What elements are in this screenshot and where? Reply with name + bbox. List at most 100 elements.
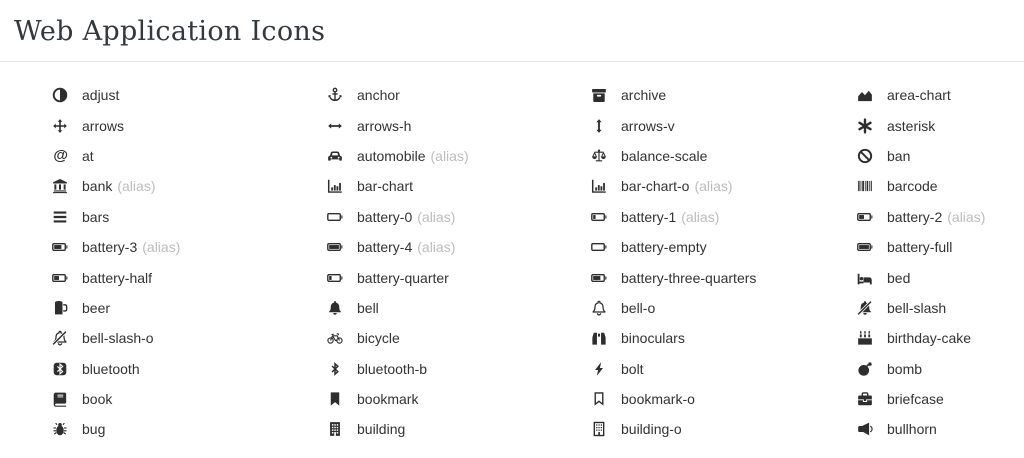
icon-list-item[interactable]: building-o xyxy=(583,421,849,437)
icon-grid: adjust anchor archive area-chart arrows arrow… xyxy=(44,80,1024,445)
battery-half-icon xyxy=(44,270,68,286)
icon-list-item[interactable]: bluetooth-b xyxy=(319,361,583,377)
icon-list-item[interactable]: briefcase xyxy=(849,391,1024,407)
arrows-h-icon xyxy=(319,118,343,134)
icon-list-item[interactable]: bluetooth xyxy=(44,361,319,377)
icon-list-item[interactable]: arrows-v xyxy=(583,118,849,134)
icon-name: battery-2 xyxy=(887,209,942,225)
icon-list-item[interactable]: binoculars xyxy=(583,330,849,346)
bed-icon xyxy=(849,270,873,286)
icon-name: barcode xyxy=(887,178,938,194)
icon-list-item[interactable]: bomb xyxy=(849,361,1024,377)
icon-list-item[interactable]: battery-1 (alias) xyxy=(583,209,849,225)
icon-list-item[interactable]: battery-full xyxy=(849,239,1024,255)
icon-list-item[interactable]: bell-o xyxy=(583,300,849,316)
icon-list-item[interactable]: bookmark-o xyxy=(583,391,849,407)
icon-name: battery-1 xyxy=(621,209,676,225)
icon-list-item[interactable]: area-chart xyxy=(849,87,1024,103)
icon-list-item[interactable]: book xyxy=(44,391,319,407)
bookmark-o-icon xyxy=(583,391,607,407)
battery-quarter-icon xyxy=(319,270,343,286)
icon-name: book xyxy=(82,391,112,407)
book-icon xyxy=(44,391,68,407)
divider xyxy=(0,61,1024,62)
icon-name: battery-half xyxy=(82,270,152,286)
alias-badge: (alias) xyxy=(417,209,455,225)
icon-list-item[interactable]: beer xyxy=(44,300,319,316)
battery-three-quarters-icon xyxy=(583,270,607,286)
icon-name: battery-full xyxy=(887,239,952,255)
icon-list-item[interactable]: asterisk xyxy=(849,118,1024,134)
car-icon xyxy=(319,148,343,164)
icon-list-item[interactable]: bars xyxy=(44,209,319,225)
page-title: Web Application Icons xyxy=(14,16,1024,48)
icon-name: battery-0 xyxy=(357,209,412,225)
icon-list-item[interactable]: bar-chart-o(alias) xyxy=(583,178,849,194)
icon-list-item[interactable]: birthday-cake xyxy=(849,330,1024,346)
icon-list-item[interactable]: battery-three-quarters xyxy=(583,270,849,286)
icon-list-item[interactable]: bed xyxy=(849,270,1024,286)
bank-icon xyxy=(44,178,68,194)
icon-list-item[interactable]: balance-scale xyxy=(583,148,849,164)
battery-three-quarters-icon xyxy=(44,239,68,255)
icon-name: asterisk xyxy=(887,118,935,134)
alias-badge: (alias) xyxy=(417,239,455,255)
bell-o-icon xyxy=(583,300,607,316)
icon-name: arrows xyxy=(82,118,124,134)
bell-slash-icon xyxy=(849,300,873,316)
icon-list-item[interactable]: bug xyxy=(44,421,319,437)
icon-list-item[interactable]: battery-4(alias) xyxy=(319,239,583,255)
arrows-v-icon xyxy=(583,118,607,134)
asterisk-icon xyxy=(849,118,873,134)
icon-list-item[interactable]: battery-0 (alias) xyxy=(319,209,583,225)
icon-list-item[interactable]: bolt xyxy=(583,361,849,377)
bar-chart-icon xyxy=(583,178,607,194)
icon-list-item[interactable]: bell-slash-o xyxy=(44,330,319,346)
icon-list-item[interactable]: bell xyxy=(319,300,583,316)
icon-name: building xyxy=(357,421,405,437)
battery-half-icon xyxy=(849,209,873,225)
icon-name: bank xyxy=(82,178,112,194)
icon-name: bell xyxy=(357,300,379,316)
icon-name: at xyxy=(82,148,94,164)
icon-list-item[interactable]: battery-2 (alias) xyxy=(849,209,1024,225)
bullhorn-icon xyxy=(849,421,873,437)
bell-slash-o-icon xyxy=(44,330,68,346)
icon-name: archive xyxy=(621,87,666,103)
icon-list-item[interactable]: battery-empty xyxy=(583,239,849,255)
bicycle-icon xyxy=(319,330,343,346)
alias-badge: (alias) xyxy=(681,209,719,225)
bar-chart-icon xyxy=(319,178,343,194)
icon-list-item[interactable]: bar-chart xyxy=(319,178,583,194)
icon-list-item[interactable]: adjust xyxy=(44,87,319,103)
beer-icon xyxy=(44,300,68,316)
icon-list-item[interactable]: battery-3(alias) xyxy=(44,239,319,255)
icon-list-item[interactable]: bank(alias) xyxy=(44,178,319,194)
icon-name: ban xyxy=(887,148,910,164)
icon-list-item[interactable]: archive xyxy=(583,87,849,103)
icon-list-item[interactable]: arrows xyxy=(44,118,319,134)
balance-scale-icon xyxy=(583,148,607,164)
icon-list-item[interactable]: barcode xyxy=(849,178,1024,194)
icon-list-item[interactable]: arrows-h xyxy=(319,118,583,134)
birthday-cake-icon xyxy=(849,330,873,346)
icon-list-item[interactable]: ban xyxy=(849,148,1024,164)
alias-badge: (alias) xyxy=(947,209,985,225)
icon-list-item[interactable]: bookmark xyxy=(319,391,583,407)
battery-empty-icon xyxy=(583,239,607,255)
icon-name: bookmark xyxy=(357,391,418,407)
icon-list-item[interactable]: bell-slash xyxy=(849,300,1024,316)
icon-list-item[interactable]: anchor xyxy=(319,87,583,103)
icon-list-item[interactable]: battery-half xyxy=(44,270,319,286)
icon-list-item[interactable]: battery-quarter xyxy=(319,270,583,286)
battery-quarter-icon xyxy=(583,209,607,225)
icon-list-item[interactable]: @at xyxy=(44,148,319,164)
icon-list-item[interactable]: bullhorn xyxy=(849,421,1024,437)
icon-list-item[interactable]: automobile(alias) xyxy=(319,148,583,164)
icon-list-item[interactable]: building xyxy=(319,421,583,437)
icon-name: adjust xyxy=(82,87,119,103)
anchor-icon xyxy=(319,87,343,103)
icon-name: building-o xyxy=(621,421,682,437)
icon-name: bell-o xyxy=(621,300,655,316)
icon-list-item[interactable]: bicycle xyxy=(319,330,583,346)
